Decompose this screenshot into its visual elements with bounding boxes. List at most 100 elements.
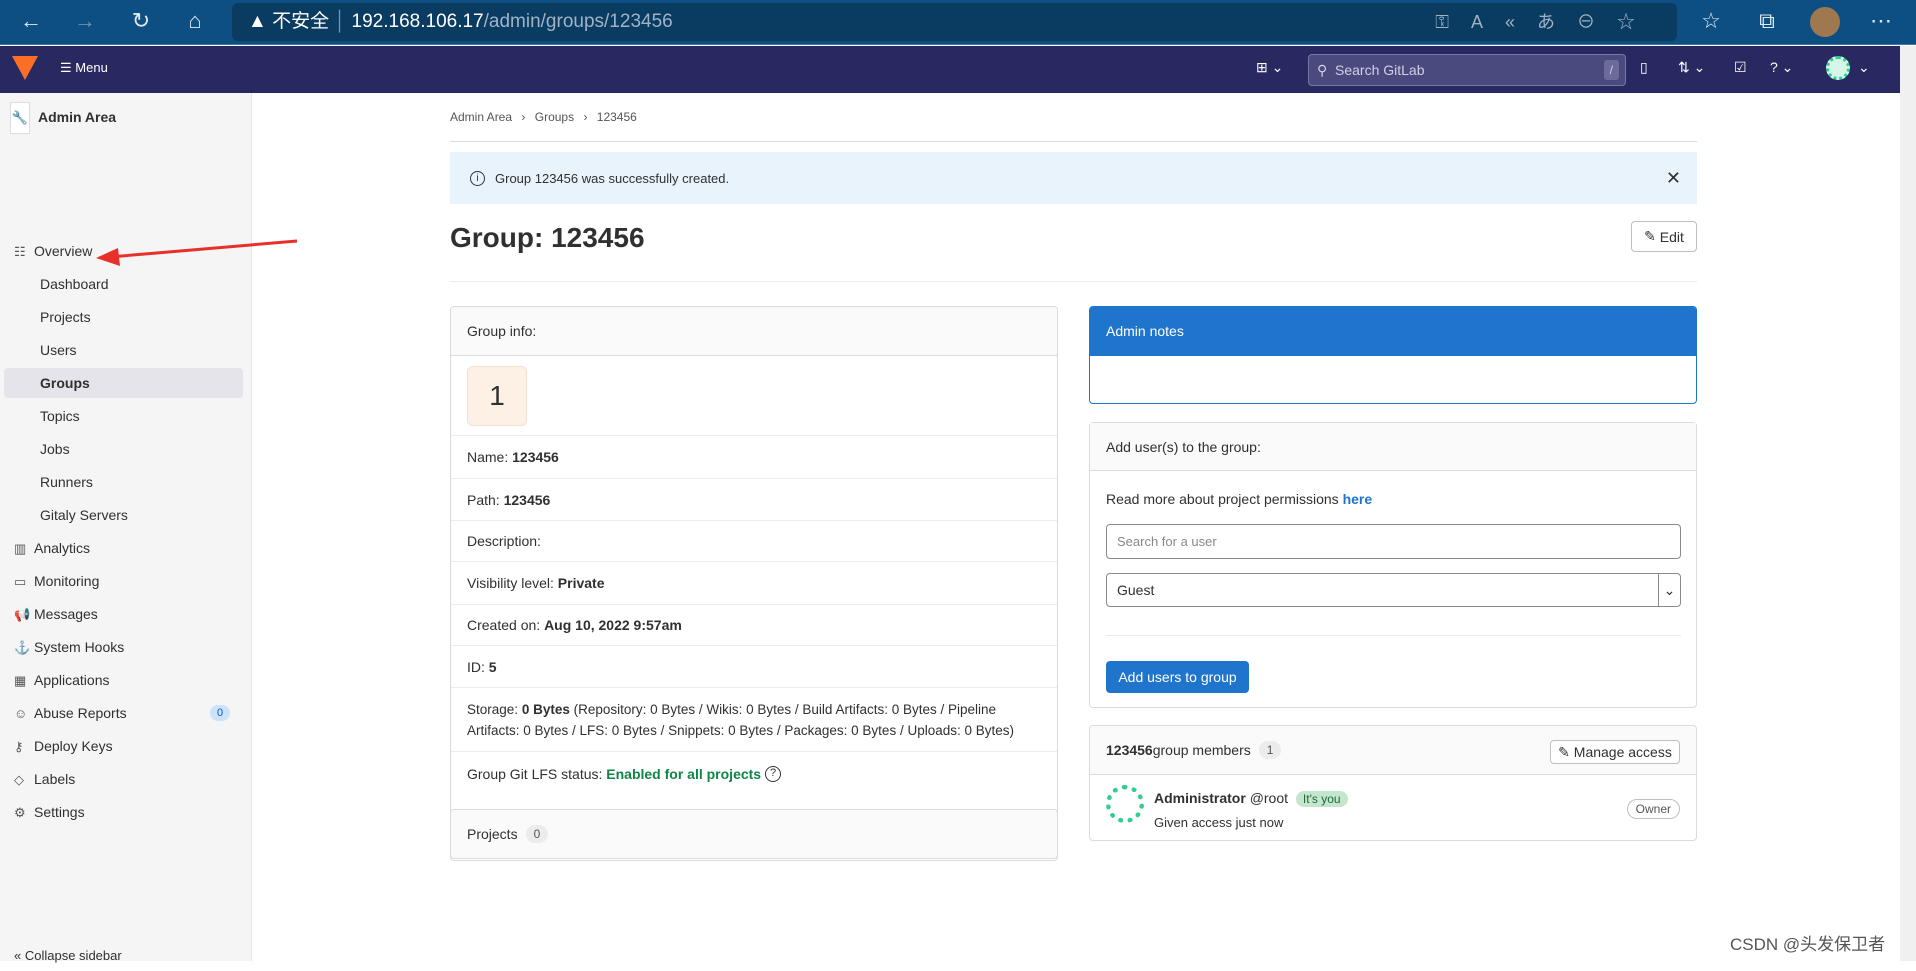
merge-requests-icon[interactable]: ⇅ ⌄ bbox=[1678, 59, 1705, 76]
more-icon[interactable]: ⋯ bbox=[1866, 8, 1896, 34]
sidebar-item-label: Gitaly Servers bbox=[40, 507, 128, 523]
sidebar-item-label: System Hooks bbox=[34, 639, 125, 655]
profile-avatar[interactable] bbox=[1810, 7, 1840, 37]
forward-icon[interactable]: → bbox=[70, 8, 100, 34]
pencil-icon: ✎ bbox=[1558, 743, 1574, 760]
sidebar-item-overview[interactable]: ☷ Overview bbox=[14, 236, 92, 266]
back-icon[interactable]: ← bbox=[16, 8, 46, 34]
add-users-header: Add user(s) to the group: bbox=[1090, 423, 1696, 471]
breadcrumb: Admin Area › Groups › 123456 bbox=[450, 110, 637, 124]
collapse-sidebar-button[interactable]: « Collapse sidebar bbox=[14, 941, 122, 971]
here-link[interactable]: here bbox=[1343, 491, 1373, 507]
members-label: group members bbox=[1152, 742, 1251, 758]
lfs-row: Group Git LFS status: Enabled for all pr… bbox=[451, 752, 1057, 796]
sidebar-item-deploy-keys[interactable]: ⚷ Deploy Keys bbox=[14, 731, 113, 761]
storage-row: Storage: 0 Bytes (Repository: 0 Bytes / … bbox=[451, 688, 1057, 752]
role-select[interactable]: Guest ⌄ bbox=[1106, 573, 1681, 607]
manage-access-button[interactable]: ✎ Manage access bbox=[1550, 740, 1680, 764]
sidebar-item-applications[interactable]: ▦ Applications bbox=[14, 665, 110, 695]
group-info-card: Group info: 1 Name: 123456 Path: 123456 … bbox=[450, 306, 1058, 861]
face-icon: ☺ bbox=[14, 706, 28, 721]
sidebar-item-messages[interactable]: 📢 Messages bbox=[14, 599, 98, 629]
sidebar-item-labels[interactable]: ◇ Labels bbox=[14, 764, 75, 794]
sidebar-item-system-hooks[interactable]: ⚓ System Hooks bbox=[14, 632, 124, 662]
help-icon[interactable]: ? bbox=[765, 766, 781, 782]
value: 0 Bytes bbox=[521, 702, 570, 717]
scrollbar[interactable] bbox=[1900, 46, 1916, 961]
member-name[interactable]: Administrator bbox=[1154, 790, 1246, 806]
sidebar-item-settings[interactable]: ⚙ Settings bbox=[14, 797, 85, 827]
sidebar-item-monitoring[interactable]: ▭ Monitoring bbox=[14, 566, 99, 596]
sidebar-item-abuse-reports[interactable]: ☺ Abuse Reports 0 bbox=[14, 698, 231, 728]
group-name: 123456 bbox=[1106, 742, 1153, 758]
address-bar-icons[interactable]: ⚿A«あ⊖☆ bbox=[1435, 3, 1657, 41]
projects-card[interactable]: Projects 0 bbox=[450, 809, 1058, 859]
gear-icon: ⚙ bbox=[14, 805, 26, 820]
value: 123456 bbox=[512, 449, 559, 465]
its-you-badge: It's you bbox=[1295, 791, 1348, 807]
add-users-card: Add user(s) to the group: Read more abou… bbox=[1089, 422, 1697, 708]
member-role-badge: Owner bbox=[1626, 799, 1680, 819]
monitor-icon: ▭ bbox=[14, 574, 27, 589]
label: Storage: bbox=[467, 702, 519, 717]
address-bar[interactable]: ▲ 不安全 │ 192.168.106.17/admin/groups/1234… bbox=[232, 3, 1677, 41]
menu-button[interactable]: ☰ Menu bbox=[60, 60, 108, 76]
home-icon[interactable]: ⌂ bbox=[180, 8, 210, 34]
chevron-down-icon[interactable]: ⌄ bbox=[1858, 59, 1870, 76]
sidebar-item-users[interactable]: Users bbox=[40, 335, 77, 365]
sidebar-title[interactable]: 🔧 Admin Area bbox=[10, 102, 116, 134]
collections-icon[interactable]: ⧉ bbox=[1752, 8, 1782, 34]
sidebar-item-label: Labels bbox=[34, 771, 76, 787]
sidebar-item-label: Overview bbox=[34, 243, 93, 259]
add-users-button[interactable]: Add users to group bbox=[1106, 661, 1249, 693]
new-dropdown[interactable]: ⊞ ⌄ bbox=[1256, 59, 1283, 76]
bullhorn-icon: 📢 bbox=[14, 607, 31, 622]
issues-icon[interactable]: ▯ bbox=[1640, 59, 1648, 76]
todo-icon[interactable]: ☑ bbox=[1734, 59, 1747, 76]
red-arrow-annotation bbox=[96, 239, 298, 266]
favorites-icon[interactable]: ☆ bbox=[1696, 8, 1726, 34]
label: Visibility level: bbox=[467, 575, 554, 591]
pencil-icon: ✎ bbox=[1644, 228, 1660, 244]
security-label: 不安全 bbox=[272, 11, 330, 32]
sidebar-item-gitaly-servers[interactable]: Gitaly Servers bbox=[40, 500, 128, 530]
path-row: Path: 123456 bbox=[451, 479, 1057, 521]
sidebar-item-jobs[interactable]: Jobs bbox=[40, 434, 70, 464]
gitlab-topbar: ☰ Menu ⊞ ⌄ ⚲ Search GitLab / ▯ ⇅ ⌄ ☑ ? ⌄ … bbox=[0, 46, 1900, 93]
sidebar-item-groups[interactable]: Groups bbox=[4, 368, 243, 398]
reload-icon[interactable]: ↻ bbox=[126, 8, 156, 34]
breadcrumb-groups[interactable]: Groups bbox=[535, 110, 574, 124]
sidebar-item-label: Jobs bbox=[40, 441, 70, 457]
sidebar-item-projects[interactable]: Projects bbox=[40, 302, 91, 332]
sidebar-item-label: Dashboard bbox=[40, 276, 109, 292]
sidebar-item-runners[interactable]: Runners bbox=[40, 467, 93, 497]
manage-label: Manage access bbox=[1573, 744, 1672, 760]
sidebar-item-label: Topics bbox=[40, 408, 80, 424]
sidebar-item-dashboard[interactable]: Dashboard bbox=[40, 269, 109, 299]
gitlab-logo[interactable] bbox=[12, 56, 38, 80]
id-row: ID: 5 bbox=[451, 646, 1057, 688]
breadcrumb-current[interactable]: 123456 bbox=[597, 110, 637, 124]
edit-button[interactable]: ✎ Edit bbox=[1631, 221, 1697, 252]
help-icon[interactable]: ? ⌄ bbox=[1770, 59, 1793, 76]
created-row: Created on: Aug 10, 2022 9:57am bbox=[451, 605, 1057, 646]
sidebar-item-topics[interactable]: Topics bbox=[40, 401, 80, 431]
user-search-input[interactable]: Search for a user bbox=[1106, 524, 1681, 559]
projects-count: 0 bbox=[525, 825, 549, 843]
sidebar-item-label: Monitoring bbox=[34, 573, 100, 589]
sidebar-item-analytics[interactable]: ▥ Analytics bbox=[14, 533, 90, 563]
search-input[interactable]: ⚲ Search GitLab / bbox=[1308, 54, 1626, 86]
avatar-row: 1 bbox=[451, 356, 1057, 436]
browser-toolbar: ← → ↻ ⌂ ▲ 不安全 │ 192.168.106.17/admin/gro… bbox=[0, 0, 1916, 45]
member-avatar[interactable] bbox=[1106, 785, 1144, 823]
user-avatar[interactable] bbox=[1826, 56, 1850, 80]
breadcrumb-admin[interactable]: Admin Area bbox=[450, 110, 512, 124]
card-header: Group info: bbox=[451, 307, 1057, 356]
alert-message: Group 123456 was successfully created. bbox=[495, 170, 730, 186]
sidebar-item-label: Deploy Keys bbox=[34, 738, 113, 754]
edit-label: Edit bbox=[1659, 228, 1684, 245]
close-icon[interactable]: ✕ bbox=[1666, 168, 1681, 189]
projects-label: Projects bbox=[467, 826, 518, 842]
value: Private bbox=[557, 575, 605, 591]
members-card: 123456 group members 1 ✎ Manage access Ad… bbox=[1089, 725, 1697, 841]
